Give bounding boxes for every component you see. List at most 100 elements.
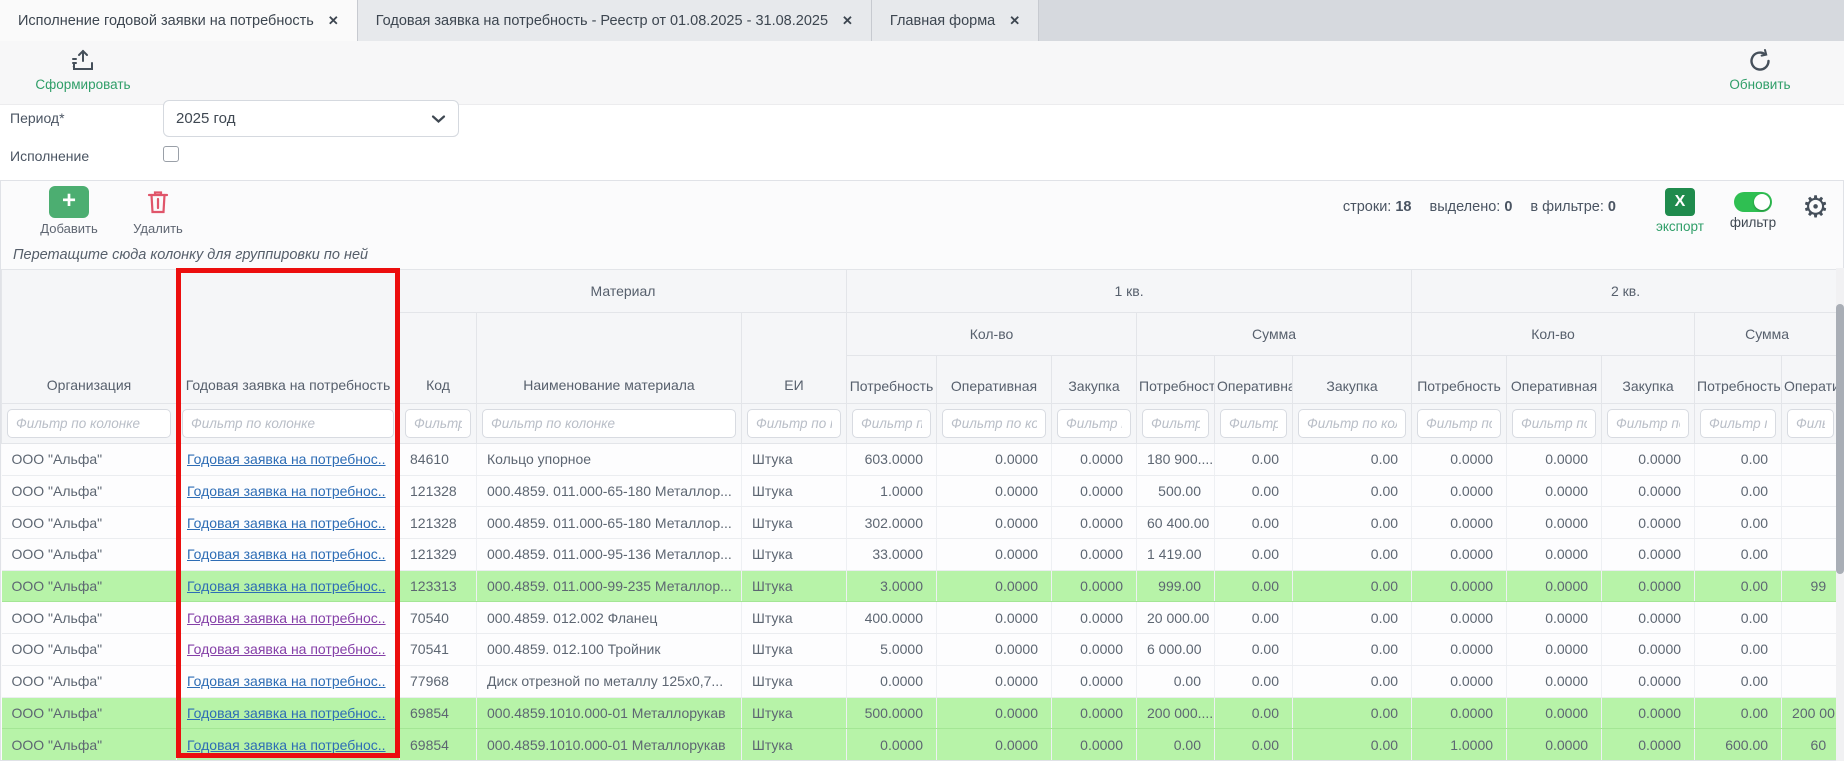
export-button[interactable]: X экспорт bbox=[1656, 188, 1704, 234]
table-row[interactable]: ООО "Альфа"Годовая заявка на потребнос..… bbox=[2, 475, 1840, 507]
execution-checkbox[interactable] bbox=[163, 146, 179, 162]
delete-button[interactable]: Удалить bbox=[123, 186, 193, 236]
cell-q1-sum-pur: 0.00 bbox=[1293, 634, 1412, 666]
cell-q2-sum-oper bbox=[1782, 539, 1840, 571]
request-link[interactable]: Годовая заявка на потребнос.. bbox=[187, 641, 386, 657]
table-row[interactable]: ООО "Альфа"Годовая заявка на потребнос..… bbox=[2, 570, 1840, 602]
col-header-need-6[interactable]: Потребность bbox=[1412, 356, 1507, 404]
filter-input-q2-qty-oper[interactable] bbox=[1512, 409, 1596, 438]
col-header-operative-4[interactable]: Оперативная bbox=[1215, 356, 1293, 404]
filter-cell bbox=[937, 404, 1052, 444]
request-link[interactable]: Годовая заявка на потребнос.. bbox=[187, 737, 386, 753]
group-header-material[interactable]: Материал bbox=[400, 270, 847, 313]
selected-count: выделено: 0 bbox=[1430, 199, 1513, 215]
tab-main-form[interactable]: Главная форма ✕ bbox=[872, 0, 1039, 41]
request-link[interactable]: Годовая заявка на потребнос.. bbox=[187, 546, 386, 562]
group-header-q1-qty[interactable]: Кол-во bbox=[847, 313, 1137, 356]
col-header-need-3[interactable]: Потребность bbox=[1137, 356, 1215, 404]
filter-input-q2-qty-pur[interactable] bbox=[1607, 409, 1689, 438]
tab-execution-annual-request[interactable]: Исполнение годовой заявки на потребность… bbox=[0, 0, 358, 41]
filter-toggle[interactable]: фильтр bbox=[1730, 192, 1776, 230]
cell-request: Годовая заявка на потребнос.. bbox=[177, 444, 400, 476]
period-select[interactable]: 2025 год bbox=[163, 100, 459, 137]
cell-q1-sum-oper: 0.00 bbox=[1215, 665, 1293, 697]
filter-input-q2-sum-need[interactable] bbox=[1700, 409, 1776, 438]
cell-q1-sum-pur: 0.00 bbox=[1293, 475, 1412, 507]
scrollbar-thumb[interactable] bbox=[1836, 304, 1844, 574]
cell-q2-sum-oper bbox=[1782, 602, 1840, 634]
request-link[interactable]: Годовая заявка на потребнос.. bbox=[187, 483, 386, 499]
group-header-q1[interactable]: 1 кв. bbox=[847, 270, 1412, 313]
cell-request: Годовая заявка на потребнос.. bbox=[177, 475, 400, 507]
col-header-purchase-2[interactable]: Закупка bbox=[1052, 356, 1137, 404]
filter-input-request[interactable] bbox=[182, 409, 394, 438]
col-header-need-9[interactable]: Потребность bbox=[1695, 356, 1782, 404]
filter-input-q1-qty-pur[interactable] bbox=[1057, 409, 1131, 438]
request-link[interactable]: Годовая заявка на потребнос.. bbox=[187, 705, 386, 721]
filter-input-q1-qty-oper[interactable] bbox=[942, 409, 1046, 438]
trash-icon bbox=[146, 186, 170, 218]
table-row[interactable]: ООО "Альфа"Годовая заявка на потребнос..… bbox=[2, 729, 1840, 760]
vertical-scrollbar[interactable] bbox=[1836, 268, 1844, 761]
tab-bar: Исполнение годовой заявки на потребность… bbox=[0, 0, 1844, 41]
cell-code: 123313 bbox=[400, 570, 477, 602]
filter-cell bbox=[1507, 404, 1602, 444]
cell-name: 000.4859. 011.000-65-180 Металлор... bbox=[477, 507, 742, 539]
group-header-q2[interactable]: 2 кв. bbox=[1412, 270, 1840, 313]
filter-input-unit[interactable] bbox=[747, 409, 841, 438]
col-header-code[interactable]: Код bbox=[400, 313, 477, 404]
cell-org: ООО "Альфа" bbox=[2, 665, 177, 697]
table-row[interactable]: ООО "Альфа"Годовая заявка на потребнос..… bbox=[2, 444, 1840, 476]
table-row[interactable]: ООО "Альфа"Годовая заявка на потребнос..… bbox=[2, 697, 1840, 729]
filter-input-q1-sum-pur[interactable] bbox=[1298, 409, 1406, 438]
add-button[interactable]: + Добавить bbox=[31, 186, 107, 236]
cell-q1-qty-pur: 0.0000 bbox=[1052, 444, 1137, 476]
generate-button[interactable]: Сформировать bbox=[28, 47, 138, 92]
cell-code: 77968 bbox=[400, 665, 477, 697]
filter-input-q1-qty-need[interactable] bbox=[852, 409, 931, 438]
refresh-button[interactable]: Обновить bbox=[1720, 47, 1800, 92]
col-header-purchase-5[interactable]: Закупка bbox=[1293, 356, 1412, 404]
col-header-org[interactable]: Организация bbox=[2, 270, 177, 404]
col-header-unit[interactable]: ЕИ bbox=[742, 313, 847, 404]
col-header-name[interactable]: Наименование материала bbox=[477, 313, 742, 404]
filter-input-code[interactable] bbox=[405, 409, 471, 438]
table-row[interactable]: ООО "Альфа"Годовая заявка на потребнос..… bbox=[2, 539, 1840, 571]
request-link[interactable]: Годовая заявка на потребнос.. bbox=[187, 610, 386, 626]
group-header-q2-sum[interactable]: Сумма bbox=[1695, 313, 1840, 356]
col-header-need-0[interactable]: Потребность bbox=[847, 356, 937, 404]
close-icon[interactable]: ✕ bbox=[1009, 13, 1020, 29]
table-row[interactable]: ООО "Альфа" Годовая заявка на потребнос..… bbox=[2, 665, 1840, 697]
request-link[interactable]: Годовая заявка на потребнос.. bbox=[187, 578, 386, 594]
col-header-operative-10[interactable]: Оперативная bbox=[1782, 356, 1840, 404]
group-dropzone[interactable]: Перетащите сюда колонку для группировки … bbox=[1, 241, 1843, 269]
gear-icon[interactable]: ⚙︎ bbox=[1802, 193, 1829, 223]
table-row[interactable]: ООО "Альфа"Годовая заявка на потребнос..… bbox=[2, 507, 1840, 539]
col-header-request[interactable]: Годовая заявка на потребность bbox=[177, 270, 400, 404]
filter-input-q2-sum-oper[interactable] bbox=[1787, 409, 1834, 438]
table-row[interactable]: ООО "Альфа"Годовая заявка на потребнос..… bbox=[2, 602, 1840, 634]
cell-q2-qty-pur: 0.0000 bbox=[1602, 729, 1695, 760]
filter-input-q1-sum-oper[interactable] bbox=[1220, 409, 1287, 438]
col-header-operative-1[interactable]: Оперативная bbox=[937, 356, 1052, 404]
cell-code: 121329 bbox=[400, 539, 477, 571]
request-link[interactable]: Годовая заявка на потребнос.. bbox=[187, 451, 386, 467]
group-header-q2-qty[interactable]: Кол-во bbox=[1412, 313, 1695, 356]
cell-q1-qty-pur: 0.0000 bbox=[1052, 697, 1137, 729]
col-header-operative-7[interactable]: Оперативная bbox=[1507, 356, 1602, 404]
filter-input-q2-qty-need[interactable] bbox=[1417, 409, 1501, 438]
filter-input-org[interactable] bbox=[7, 409, 171, 438]
tab-label: Исполнение годовой заявки на потребность bbox=[18, 13, 314, 29]
tab-annual-request-registry[interactable]: Годовая заявка на потребность - Реестр о… bbox=[358, 0, 872, 41]
cell-q2-qty-pur: 0.0000 bbox=[1602, 665, 1695, 697]
col-header-purchase-8[interactable]: Закупка bbox=[1602, 356, 1695, 404]
table-row[interactable]: ООО "Альфа"Годовая заявка на потребнос..… bbox=[2, 634, 1840, 666]
request-link[interactable]: Годовая заявка на потребнос.. bbox=[187, 515, 386, 531]
cell-q2-qty-need: 0.0000 bbox=[1412, 697, 1507, 729]
request-link[interactable]: Годовая заявка на потребнос.. bbox=[187, 673, 386, 689]
group-header-q1-sum[interactable]: Сумма bbox=[1137, 313, 1412, 356]
filter-input-name[interactable] bbox=[482, 409, 736, 438]
close-icon[interactable]: ✕ bbox=[842, 13, 853, 29]
filter-input-q1-sum-need[interactable] bbox=[1142, 409, 1209, 438]
close-icon[interactable]: ✕ bbox=[328, 13, 339, 29]
